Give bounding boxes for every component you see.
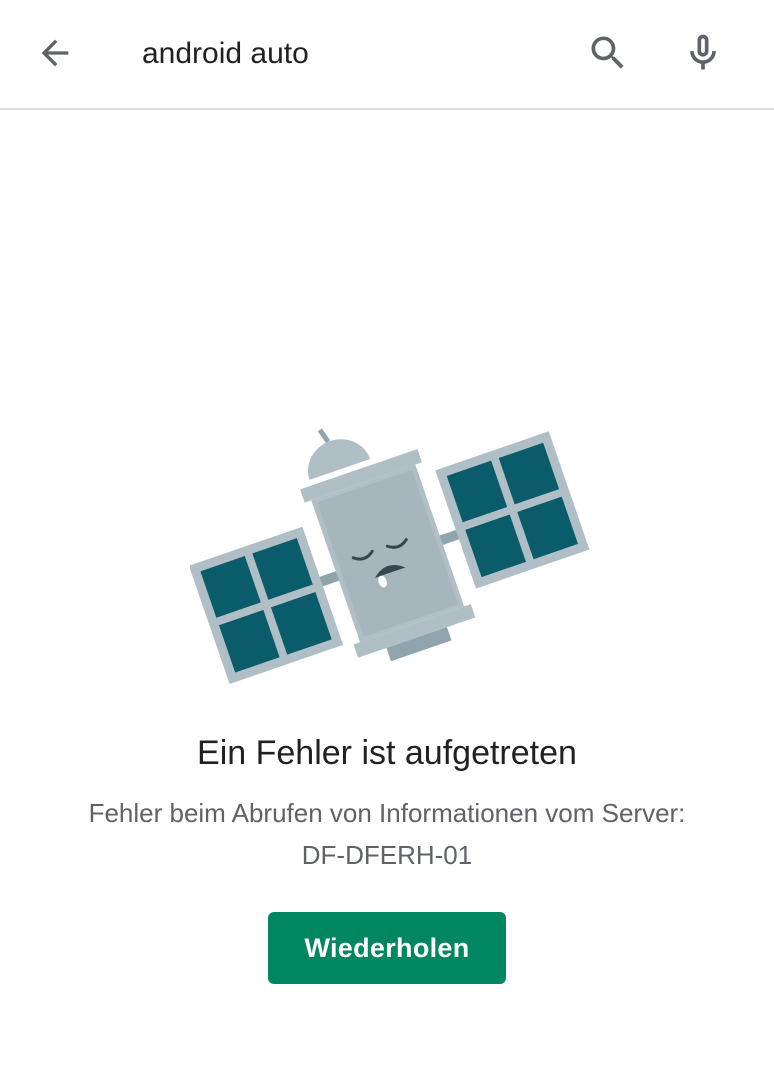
error-message-text: Fehler beim Abrufen von Informationen vo… <box>88 798 686 828</box>
solar-panel-right <box>435 431 590 589</box>
voice-search-button[interactable] <box>675 25 731 81</box>
search-toolbar: android auto <box>0 0 774 110</box>
mic-icon <box>690 34 716 70</box>
sleeping-satellite-illustration <box>188 420 590 700</box>
back-button[interactable] <box>27 25 83 81</box>
search-button[interactable] <box>580 25 636 81</box>
error-title: Ein Fehler ist aufgetreten <box>197 734 577 772</box>
arrow-back-icon <box>41 39 69 67</box>
search-icon <box>591 36 624 69</box>
retry-button[interactable]: Wiederholen <box>268 912 506 984</box>
error-code: DF-DFERH-01 <box>301 840 473 870</box>
search-query-text[interactable]: android auto <box>142 34 309 74</box>
solar-panel-left <box>188 526 344 684</box>
error-message: Fehler beim Abrufen von Informationen vo… <box>20 792 754 876</box>
